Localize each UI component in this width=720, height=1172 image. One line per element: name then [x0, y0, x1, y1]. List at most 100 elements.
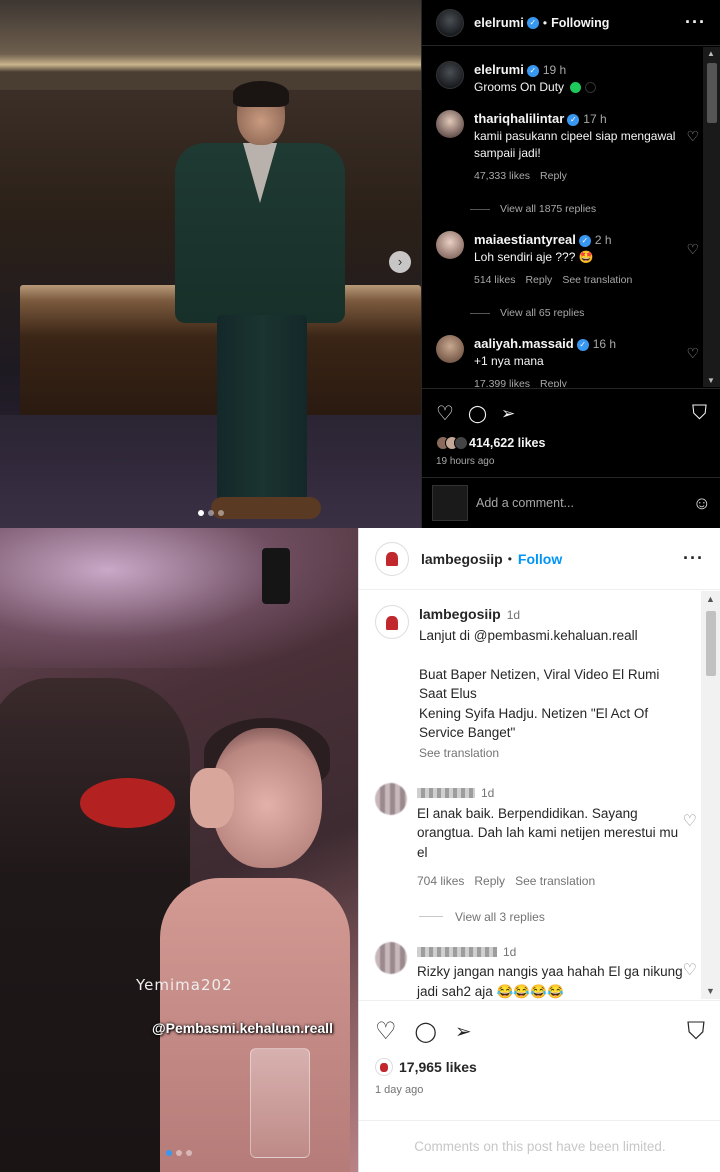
- liker-avatar: [375, 1058, 393, 1076]
- bookmark-icon[interactable]: ⛉: [692, 402, 707, 425]
- reply-button[interactable]: Reply: [525, 274, 552, 286]
- avatar[interactable]: [375, 541, 409, 576]
- comment-username[interactable]: maiaestiantyreal: [474, 232, 576, 247]
- comments-scrollbar[interactable]: ▲ ▼: [701, 591, 720, 999]
- reply-button[interactable]: Reply: [540, 378, 567, 387]
- scroll-down-icon[interactable]: ▼: [706, 986, 715, 996]
- likes-count[interactable]: 17,965 likes: [399, 1059, 477, 1075]
- post-actions: ♡ ◯ ➢ ⛉ 17,965 likes 1 day ago: [359, 1000, 720, 1096]
- like-comment-icon[interactable]: ♡: [683, 811, 697, 831]
- comment-icon[interactable]: ◯: [468, 404, 487, 424]
- post-photo-groom[interactable]: ›: [0, 0, 421, 528]
- view-replies-label: View all 1875 replies: [500, 203, 597, 215]
- like-icon[interactable]: ♡: [375, 1017, 397, 1046]
- like-comment-icon[interactable]: ♡: [683, 960, 697, 980]
- scroll-down-icon[interactable]: ▼: [707, 376, 715, 385]
- view-replies-button[interactable]: View all 65 replies: [422, 307, 703, 319]
- comment-item: maiaestiantyreal ✓ 2 h Loh sendiri aje ???…: [422, 231, 703, 289]
- reply-button[interactable]: Reply: [474, 874, 505, 888]
- post-video-frame[interactable]: Yemima202 @Pembasmi.kehaluan.reall: [0, 528, 358, 1172]
- green-circle-icon: [570, 82, 582, 94]
- watermark-account: @Pembasmi.kehaluan.reall: [152, 1020, 333, 1036]
- carousel-next-button[interactable]: ›: [389, 251, 411, 273]
- likes-row[interactable]: 17,965 likes: [375, 1058, 705, 1076]
- hand: [190, 768, 234, 828]
- avatar[interactable]: [375, 605, 409, 639]
- comment-item: thariqhalilintar ✓ 17 h kamii pasukann cip…: [422, 110, 703, 185]
- comment-username[interactable]: aaliyah.massaid: [474, 336, 574, 351]
- post-header: elelrumi ✓ • Following ···: [422, 0, 720, 46]
- bookmark-icon[interactable]: ⛉: [687, 1018, 705, 1046]
- see-translation-link[interactable]: See translation: [562, 274, 632, 286]
- comment-likes[interactable]: 47,333 likes: [474, 170, 530, 182]
- follow-button[interactable]: Follow: [518, 551, 562, 567]
- glassware: [250, 1048, 310, 1158]
- view-replies-button[interactable]: View all 1875 replies: [422, 203, 703, 215]
- comment-icon[interactable]: ◯: [415, 1019, 437, 1044]
- likes-count[interactable]: 414,622 likes: [469, 436, 545, 450]
- share-icon[interactable]: ➢: [501, 404, 515, 424]
- add-comment-input[interactable]: Add a comment...: [476, 496, 574, 510]
- liker-avatars: [436, 436, 468, 450]
- more-options-icon[interactable]: ···: [685, 12, 706, 33]
- comment-text: Loh sendiri aje ??? 🤩: [474, 250, 594, 264]
- scroll-up-icon[interactable]: ▲: [707, 49, 715, 58]
- emoji-icon[interactable]: ☺: [693, 493, 711, 514]
- avatar[interactable]: [436, 8, 464, 37]
- post-timestamp: 19 hours ago: [436, 456, 495, 467]
- verified-icon: ✓: [576, 338, 589, 351]
- comments-scrollbar[interactable]: ▲ ▼: [703, 47, 720, 387]
- reply-button[interactable]: Reply: [540, 170, 567, 182]
- like-comment-icon[interactable]: ♡: [686, 241, 699, 258]
- verified-icon: ✓: [526, 64, 539, 77]
- blurred-username[interactable]: [417, 946, 497, 957]
- comment-time: 16 h: [592, 337, 617, 351]
- red-bag: [80, 778, 175, 828]
- comment-username[interactable]: thariqhalilintar: [474, 111, 564, 126]
- comment-likes[interactable]: 17,399 likes: [474, 378, 530, 387]
- caption-text: Grooms On Duty: [474, 80, 565, 94]
- post-sidebar: lambegosiip • Follow ··· lambegosiip 1d L…: [358, 528, 720, 1172]
- verified-icon: ✓: [578, 234, 591, 247]
- post-elelrumi: › elelrumi ✓ • Following ··· elelrumi ✓ 19…: [0, 0, 720, 528]
- blurred-username[interactable]: [417, 788, 475, 799]
- like-icon[interactable]: ♡: [436, 401, 454, 426]
- comment-likes[interactable]: 514 likes: [474, 274, 515, 286]
- see-translation-link[interactable]: See translation: [515, 874, 595, 888]
- phone-in-background: [262, 548, 290, 604]
- post-header: lambegosiip • Follow ···: [359, 528, 720, 590]
- see-translation-link[interactable]: See translation: [419, 746, 499, 760]
- view-replies-button[interactable]: View all 3 replies: [359, 910, 701, 924]
- caption-time: 19 h: [542, 63, 567, 77]
- avatar[interactable]: [436, 61, 464, 89]
- caption-time: 1d: [506, 608, 521, 622]
- scroll-up-icon[interactable]: ▲: [706, 594, 715, 604]
- share-icon[interactable]: ➢: [455, 1019, 472, 1044]
- blurred-avatar[interactable]: [375, 783, 407, 815]
- likes-row[interactable]: 414,622 likes: [436, 436, 707, 450]
- more-options-icon[interactable]: ···: [683, 548, 704, 569]
- verified-icon: ✓: [567, 113, 580, 126]
- scrollbar-thumb[interactable]: [707, 63, 717, 123]
- caption-username[interactable]: elelrumi: [474, 62, 524, 77]
- caption-username[interactable]: lambegosiip: [419, 606, 501, 622]
- comment-likes[interactable]: 704 likes: [417, 874, 464, 888]
- like-comment-icon[interactable]: ♡: [686, 345, 699, 362]
- comment-text: Rizky jangan nangis yaa hahah El ga niku…: [417, 964, 683, 999]
- blurred-avatar[interactable]: [375, 941, 407, 974]
- avatar[interactable]: [436, 110, 464, 138]
- comment-item: 1d El anak baik. Berpendidikan. Sayang o…: [359, 783, 701, 892]
- comment-text: El anak baik. Berpendidikan. Sayang oran…: [417, 805, 679, 860]
- comments-list: lambegosiip 1d Lanjut di @pembasmi.kehalu…: [359, 591, 701, 999]
- man-in-green-suit: [175, 81, 345, 519]
- author-username[interactable]: elelrumi: [474, 15, 524, 30]
- author-username[interactable]: lambegosiip: [421, 551, 503, 567]
- like-comment-icon[interactable]: ♡: [686, 128, 699, 145]
- carousel-dots: [0, 1150, 358, 1156]
- avatar[interactable]: [436, 231, 464, 259]
- view-replies-label: View all 3 replies: [455, 909, 545, 924]
- scrollbar-thumb[interactable]: [706, 611, 716, 676]
- comment-text: kamii pasukann cipeel siap mengawal samp…: [474, 129, 676, 160]
- following-button[interactable]: Following: [551, 16, 609, 30]
- avatar[interactable]: [436, 335, 464, 363]
